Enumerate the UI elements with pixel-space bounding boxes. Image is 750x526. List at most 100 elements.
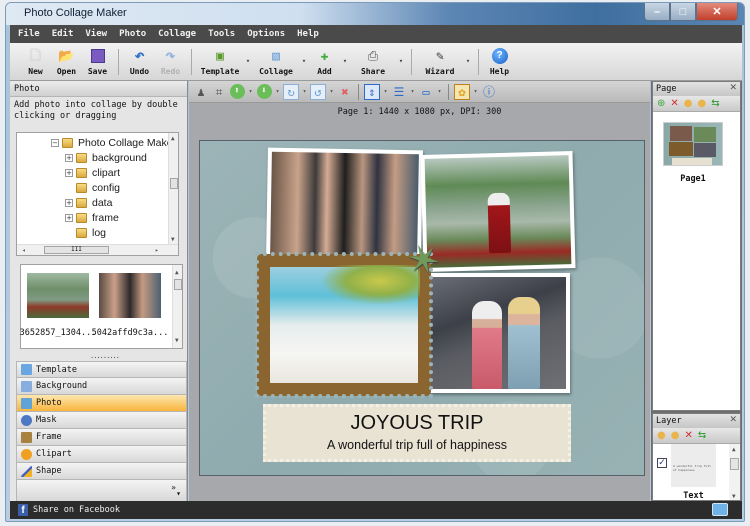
layer-label[interactable]: Text [671, 491, 716, 501]
align-center-dropdown[interactable]: ▾ [382, 88, 389, 95]
menu-help[interactable]: Help [297, 29, 319, 39]
photo-thumbnail[interactable]: 5042affd9c3a... [92, 273, 168, 338]
expand-toggle[interactable]: + [65, 168, 73, 177]
tree-item[interactable]: + frame [65, 210, 119, 225]
bring-forward-icon[interactable]: ⬆ [229, 84, 245, 100]
move-down-icon[interactable]: ● [698, 98, 707, 109]
share-button[interactable]: ⎙ Share [350, 43, 396, 81]
open-button[interactable]: 📂 Open [51, 43, 82, 81]
expand-toggle[interactable]: + [65, 198, 73, 207]
share-on-facebook-link[interactable]: Share on Facebook [33, 505, 120, 515]
share-dropdown[interactable]: ▾ [396, 43, 406, 65]
send-backward-dropdown[interactable]: ▾ [274, 88, 281, 95]
expand-toggle[interactable]: + [65, 213, 73, 222]
category-clipart[interactable]: Clipart [16, 446, 187, 463]
category-template[interactable]: Template [16, 361, 187, 378]
add-button[interactable]: ✚ Add [309, 43, 340, 81]
person-icon[interactable]: ♟ [193, 84, 209, 100]
layer-scrollbar[interactable]: ▲ ▼ [729, 444, 740, 500]
properties-icon[interactable]: ⓘ [481, 84, 497, 100]
tree-item[interactable]: + data [65, 195, 112, 210]
align-left-icon[interactable]: ☰ [391, 84, 407, 100]
collage-photo-ladies[interactable] [424, 273, 570, 393]
collage-button[interactable]: ▧ Collage [253, 43, 299, 81]
category-frame[interactable]: Frame [16, 429, 187, 446]
layer-visibility-checkbox[interactable]: ✓ [657, 458, 667, 468]
facebook-icon[interactable]: f [18, 504, 28, 516]
collapse-toggle[interactable]: − [51, 138, 59, 147]
tree-item[interactable]: log [76, 225, 106, 240]
category-photo[interactable]: Photo [16, 395, 187, 412]
send-backward-icon[interactable]: ⬇ [256, 84, 272, 100]
thumbnails-scrollbar[interactable]: ▲ ▼ [172, 265, 182, 348]
more-categories-button[interactable]: » ▾ [16, 480, 187, 502]
collage-dropdown[interactable]: ▾ [299, 43, 309, 65]
align-center-icon[interactable]: ⇕ [364, 83, 380, 100]
minimize-button[interactable]: – [644, 3, 670, 21]
redo-button[interactable]: ↷ Redo [155, 43, 186, 81]
bring-forward-dropdown[interactable]: ▾ [247, 88, 254, 95]
wizard-button[interactable]: ✎ Wizard [417, 43, 463, 81]
template-dropdown[interactable]: ▾ [243, 43, 253, 65]
close-page-panel-icon[interactable]: ✕ [729, 83, 737, 93]
layer-up-icon[interactable]: ● [657, 430, 666, 441]
close-layer-panel-icon[interactable]: ✕ [729, 415, 737, 425]
menu-tools[interactable]: Tools [208, 29, 235, 39]
rotate-left-icon[interactable]: ↺ [310, 83, 326, 100]
tree-vertical-scrollbar[interactable]: ▲ ▼ [168, 133, 178, 245]
tree-item[interactable]: − Photo Collage Make [51, 135, 173, 150]
menu-view[interactable]: View [85, 29, 107, 39]
help-button[interactable]: ? Help [484, 43, 515, 81]
crop-icon[interactable]: ⌗ [211, 84, 227, 100]
category-mask[interactable]: Mask [16, 412, 187, 429]
replace-image-dropdown[interactable]: ▾ [472, 88, 479, 95]
page-label[interactable]: Page1 [663, 174, 723, 184]
save-button[interactable]: Save [82, 43, 113, 81]
delete-layer-icon[interactable]: ✕ [684, 430, 692, 441]
chat-bubble-icon[interactable] [712, 503, 728, 516]
distribute-dropdown[interactable]: ▾ [436, 88, 443, 95]
collage-canvas[interactable]: ✶ JOYOUS TRIP A wonderful trip full of h… [199, 140, 645, 476]
delete-icon[interactable]: ✖ [337, 84, 353, 100]
layer-down-icon[interactable]: ● [671, 430, 680, 441]
tree-item[interactable]: config [76, 180, 120, 195]
close-button[interactable]: ✕ [696, 3, 738, 21]
add-page-icon[interactable]: ⊕ [657, 98, 665, 109]
category-shape[interactable]: Shape [16, 463, 187, 480]
menu-options[interactable]: Options [247, 29, 285, 39]
layer-thumbnail[interactable]: A wonderful trip full of happiness [671, 444, 716, 487]
collage-title[interactable]: JOYOUS TRIP [266, 412, 568, 435]
menu-edit[interactable]: Edit [52, 29, 74, 39]
new-button[interactable]: 🗋 New [20, 43, 51, 81]
title-bar[interactable]: Photo Collage Maker – □ ✕ [6, 3, 744, 25]
add-dropdown[interactable]: ▾ [340, 43, 350, 65]
swap-layer-icon[interactable]: ⇆ [698, 430, 706, 441]
tree-item[interactable]: + background [65, 150, 147, 165]
page-thumbnail[interactable] [663, 122, 723, 166]
menu-collage[interactable]: Collage [158, 29, 196, 39]
collage-subtitle[interactable]: A wonderful trip full of happiness [266, 438, 568, 452]
title-banner[interactable]: JOYOUS TRIP A wonderful trip full of hap… [263, 404, 571, 462]
menu-file[interactable]: File [18, 29, 40, 39]
undo-button[interactable]: ↶ Undo [124, 43, 155, 81]
menu-photo[interactable]: Photo [119, 29, 146, 39]
replace-image-icon[interactable]: ✿ [454, 83, 470, 100]
expand-toggle[interactable]: + [65, 153, 73, 162]
rotate-left-dropdown[interactable]: ▾ [328, 88, 335, 95]
delete-page-icon[interactable]: ✕ [670, 98, 678, 109]
move-up-icon[interactable]: ● [684, 98, 693, 109]
swap-icon[interactable]: ⇆ [711, 98, 719, 109]
rotate-right-dropdown[interactable]: ▾ [301, 88, 308, 95]
tree-horizontal-scrollbar[interactable]: ◂ III ▸ [17, 244, 178, 255]
open-folder-icon: 📂 [58, 48, 75, 64]
template-button[interactable]: ▣ Template [197, 43, 243, 81]
distribute-icon[interactable]: ▭ [418, 84, 434, 100]
category-background[interactable]: Background [16, 378, 187, 395]
photo-thumbnail[interactable]: 3652857_1304... [20, 273, 96, 338]
tree-item[interactable]: + clipart [65, 165, 120, 180]
save-disk-icon [89, 47, 107, 65]
align-left-dropdown[interactable]: ▾ [409, 88, 416, 95]
rotate-right-icon[interactable]: ↻ [283, 83, 299, 100]
wizard-dropdown[interactable]: ▾ [463, 43, 473, 65]
maximize-button[interactable]: □ [670, 3, 696, 21]
